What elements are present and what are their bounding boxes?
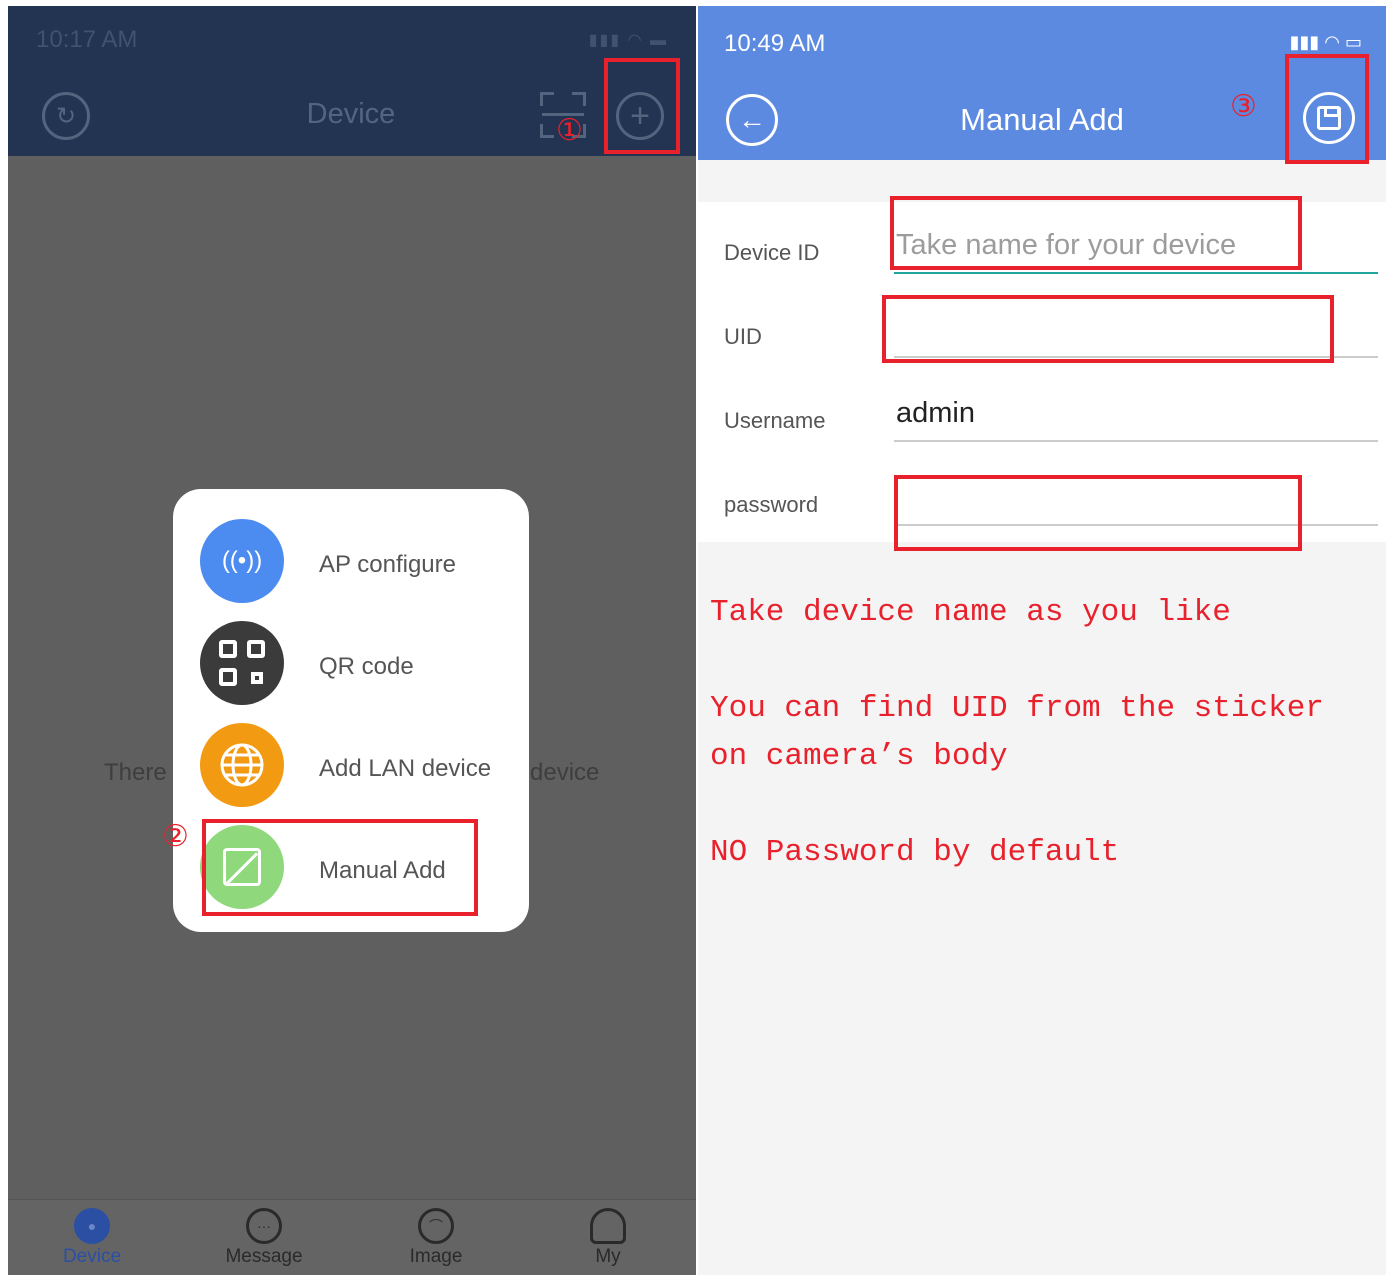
page-title: Manual Add [960, 102, 1124, 137]
device-screen: 10:17 AM ▮▮▮ ◠ ▬ ↻ Device + There device… [8, 6, 696, 1275]
field-label: password [724, 492, 819, 517]
tab-label: Image [409, 1246, 463, 1267]
app-header: ↻ Device + [8, 76, 696, 156]
field-label: Device ID [724, 240, 820, 265]
field-label: UID [724, 324, 762, 349]
tab-message[interactable]: ··· Message [204, 1202, 324, 1268]
device-icon: ● [74, 1208, 110, 1244]
menu-item-label: AP configure [319, 551, 456, 578]
tab-my[interactable]: My [548, 1202, 668, 1268]
status-icons: ▮▮▮ ◠ ▬ [588, 32, 668, 49]
user-icon [590, 1208, 626, 1244]
note-password: NO Password by default [710, 835, 1120, 870]
menu-item-label: QR code [319, 653, 414, 680]
annotation-box-add [604, 58, 680, 154]
tab-label: Message [225, 1246, 303, 1267]
status-time: 10:17 AM [36, 26, 138, 53]
qr-code-icon [200, 621, 284, 705]
username-input[interactable] [894, 390, 1378, 442]
menu-item-ap-configure[interactable]: ((•)) AP configure [173, 509, 529, 605]
menu-item-label: Add LAN device [319, 755, 492, 782]
page-title: Device [306, 98, 396, 130]
message-icon: ··· [246, 1208, 282, 1244]
note-device-name: Take device name as you like [710, 595, 1231, 630]
status-bar: 10:17 AM ▮▮▮ ◠ ▬ [8, 6, 696, 76]
empty-message-left: There [104, 759, 167, 786]
field-row-username: Username [698, 370, 1386, 454]
empty-message-right: device [530, 759, 600, 786]
annotation-number-1: ① [556, 114, 583, 147]
instruction-notes: Take device name as you like You can fin… [710, 589, 1370, 925]
annotation-number-2: ② [162, 820, 189, 853]
globe-icon [200, 723, 284, 807]
tab-device[interactable]: ● Device [32, 1202, 152, 1268]
image-icon: ⌒ [418, 1208, 454, 1244]
annotation-number-3: ③ [1230, 90, 1257, 123]
menu-item-add-lan-device[interactable]: Add LAN device [173, 713, 529, 809]
note-uid: You can find UID from the sticker on cam… [710, 691, 1324, 774]
status-icons: ▮▮▮ ◠ ▭ [1289, 32, 1362, 52]
tab-image[interactable]: ⌒ Image [376, 1202, 496, 1268]
app-header: 10:49 AM ▮▮▮ ◠ ▭ ← Manual Add [698, 6, 1386, 160]
annotation-box-device-id [890, 196, 1302, 270]
bottom-tab-bar: ● Device ··· Message ⌒ Image My [8, 1199, 696, 1275]
annotation-box-manual-add [202, 819, 478, 916]
annotation-box-save [1285, 54, 1369, 164]
annotation-box-password [894, 475, 1302, 551]
wifi-broadcast-icon: ((•)) [200, 519, 284, 603]
tab-label: My [595, 1246, 621, 1267]
tab-label: Device [62, 1246, 122, 1267]
field-label: Username [724, 408, 826, 433]
status-time: 10:49 AM [724, 30, 826, 57]
menu-item-qr-code[interactable]: QR code [173, 611, 529, 707]
annotation-box-uid [882, 295, 1334, 363]
manual-add-screen: 10:49 AM ▮▮▮ ◠ ▭ ← Manual Add Device ID … [698, 6, 1386, 1275]
